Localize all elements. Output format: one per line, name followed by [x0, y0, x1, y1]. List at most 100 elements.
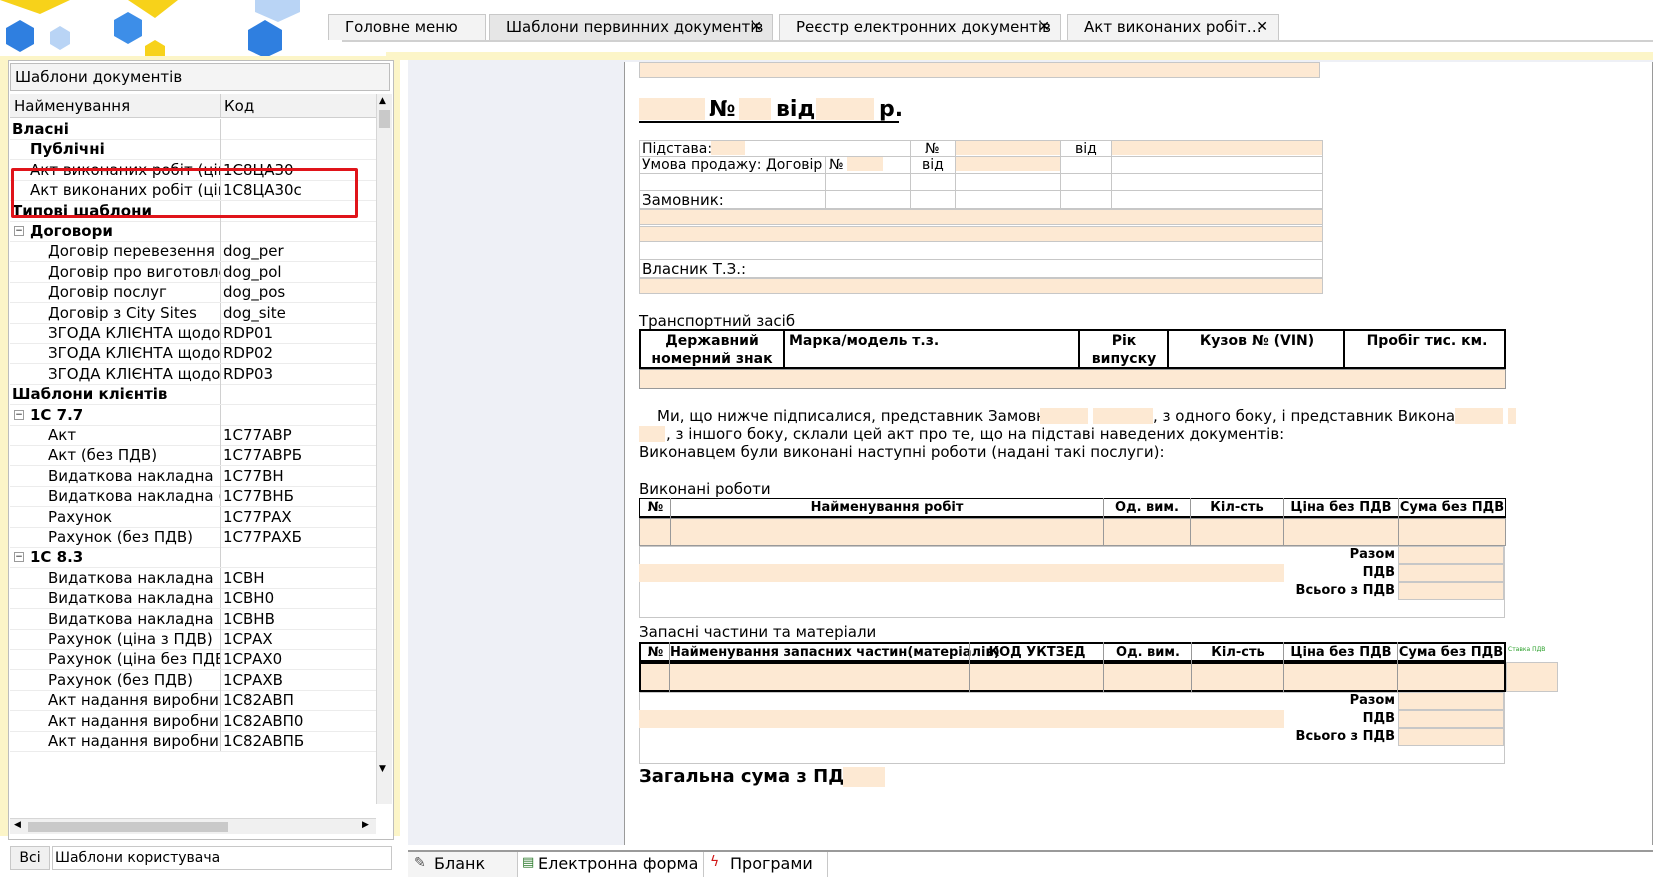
close-icon[interactable]: ✕	[750, 15, 762, 39]
tree-row[interactable]: Видаткова накладна 1С77ВН	[10, 466, 376, 487]
field-vlasnyk[interactable]	[639, 278, 1323, 294]
tree-row[interactable]: −1С 8.3	[10, 547, 376, 568]
transport-col-vin: Кузов № (VIN)	[1199, 333, 1315, 349]
tree-row[interactable]: Рахунок (без ПДВ) 1С77РАХБ	[10, 527, 376, 548]
tree-row[interactable]: Акт 1С77АВР	[10, 425, 376, 446]
tree-row[interactable]: Видаткова накладна (бе1С77ВНБ	[10, 486, 376, 507]
field-works-total[interactable]	[1398, 582, 1504, 600]
field-umova-no[interactable]	[847, 157, 883, 171]
tree-row-code: 1С77ВНБ	[223, 487, 294, 505]
field-zamovnyk-2[interactable]	[639, 226, 1323, 242]
field-pidstava[interactable]	[711, 141, 745, 155]
tree-row[interactable]: Рахунок (без ПДВ) 1СРАХВ	[10, 670, 376, 691]
tree-row[interactable]: Рахунок 1С77РАХ	[10, 507, 376, 528]
tree-row[interactable]: Шаблони клієнтів	[10, 384, 376, 405]
collapse-toggle-icon[interactable]: −	[14, 410, 24, 420]
field-top[interactable]	[639, 62, 1320, 78]
field-parts-pdv[interactable]	[1398, 710, 1504, 728]
tree-row[interactable]: Акт надання виробничи 1С82АВП	[10, 690, 376, 711]
tree-row-code: 1СВН	[223, 569, 265, 587]
lightning-icon: ϟ	[710, 854, 720, 870]
tree-row-name: ЗГОДА КЛІЄНТА щодо н	[48, 324, 220, 342]
scroll-up-icon[interactable]: ▲	[379, 96, 386, 106]
tab-user-templates[interactable]: Шаблони користувача	[52, 846, 392, 870]
transport-title: Транспортний засіб	[639, 312, 796, 330]
tree-row[interactable]: Акт (без ПДВ) 1С77АВРБ	[10, 445, 376, 466]
tab-programs[interactable]: ϟ Програми	[704, 852, 828, 877]
field-doc-prefix[interactable]	[639, 98, 705, 120]
field-pidstava-date[interactable]	[1112, 141, 1322, 155]
doc-vid-label: від	[776, 97, 816, 122]
tree-row[interactable]: Публічні	[10, 139, 376, 160]
tab-main-menu[interactable]: Головне меню	[328, 14, 486, 40]
hscroll-thumb[interactable]	[28, 822, 228, 832]
vertical-scrollbar[interactable]: ▲ ▼	[376, 94, 392, 804]
field-zamovnyk-rep[interactable]	[1040, 408, 1088, 424]
tree-row[interactable]: Видаткова накладна 1С 1СВНВ	[10, 609, 376, 630]
tab-label: Реєстр електронних документів	[796, 18, 1051, 36]
tree-row[interactable]: Видаткова накладна 1С 1СВН	[10, 568, 376, 589]
tab-act[interactable]: Акт виконаних робіт… ✕	[1067, 14, 1279, 40]
tree-row[interactable]: Власні	[10, 119, 376, 140]
tab-blank-label: Бланк	[434, 854, 486, 873]
field-zamovnyk[interactable]	[639, 209, 1323, 225]
tab-doc-templates[interactable]: Шаблони первинних документів ✕	[489, 14, 773, 40]
tree-row[interactable]: Договір про виготовлен dog_pol	[10, 262, 376, 283]
tree-row[interactable]: −1С 7.7	[10, 405, 376, 426]
close-icon[interactable]: ✕	[1038, 15, 1050, 39]
parts-vat-cell[interactable]	[1506, 662, 1558, 692]
para-1b: , з одного боку, і представник Виконавця	[1153, 407, 1484, 425]
edit-icon: ✎	[414, 855, 426, 871]
field-doc-no[interactable]	[739, 98, 771, 120]
field-umova-date[interactable]	[956, 157, 1060, 171]
grand-total-label: Загальна сума з ПДВ	[639, 766, 858, 787]
field-vykonavets-rep-3[interactable]	[639, 426, 665, 442]
field-parts-total[interactable]	[1398, 728, 1504, 746]
field-works-razom[interactable]	[1398, 546, 1504, 564]
tree-row[interactable]: Договір з City Sites dog_site	[10, 303, 376, 324]
tree-row-name: Шаблони клієнтів	[12, 385, 168, 403]
field-zamovnyk-rep-2[interactable]	[1093, 408, 1153, 424]
tree-row[interactable]: Договір послуг dog_pos	[10, 282, 376, 303]
tree-row[interactable]: Рахунок (ціна без ПДВ) 1СРАХ0	[10, 649, 376, 670]
field-vykonavets-rep[interactable]	[1455, 408, 1503, 424]
close-icon[interactable]: ✕	[1256, 15, 1268, 39]
parts-row[interactable]	[639, 662, 1506, 692]
tab-edoc-registry[interactable]: Реєстр електронних документів ✕	[779, 14, 1061, 40]
tree-row[interactable]: Акт надання виробничи 1С82АВПБ	[10, 731, 376, 752]
works-pdv: ПДВ	[1362, 565, 1395, 580]
works-razom: Разом	[1349, 547, 1395, 562]
field-doc-date[interactable]	[816, 98, 874, 120]
collapse-toggle-icon[interactable]: −	[14, 552, 24, 562]
transport-row[interactable]	[639, 369, 1506, 389]
tab-all[interactable]: Всі	[10, 846, 50, 870]
parts-pdv: ПДВ	[1362, 711, 1395, 726]
col-code-header[interactable]: Код	[224, 94, 254, 118]
tree-row[interactable]: ЗГОДА КЛІЄНТА щодо н RDP01	[10, 323, 376, 344]
works-row[interactable]	[639, 518, 1506, 546]
tree-row[interactable]: Договір перевезення па dog_per	[10, 241, 376, 262]
tree-row-code: 1СВН0	[223, 589, 275, 607]
scroll-down-icon[interactable]: ▼	[379, 764, 386, 774]
tree-row[interactable]: Акт надання виробничи 1С82АВП0	[10, 711, 376, 732]
field-works-pdv[interactable]	[1398, 564, 1504, 582]
col-name-header[interactable]: Найменування	[14, 94, 130, 118]
parts-col-qty: Кіл-сть	[1211, 645, 1265, 660]
scroll-right-icon[interactable]: ▶	[362, 820, 369, 830]
field-pidstava-no[interactable]	[956, 141, 1060, 155]
horizontal-scrollbar[interactable]: ◀ ▶	[10, 818, 376, 834]
scroll-thumb[interactable]	[379, 110, 390, 128]
field-parts-razom[interactable]	[1398, 692, 1504, 710]
collapse-toggle-icon[interactable]: −	[14, 226, 24, 236]
scroll-left-icon[interactable]: ◀	[14, 820, 21, 830]
field-grand-total[interactable]	[843, 767, 885, 787]
tree-row[interactable]: − Договори	[10, 221, 376, 242]
tree-row[interactable]: Видаткова накладна 1С 1СВН0	[10, 588, 376, 609]
tab-eform[interactable]: ▤ Електронна форма	[518, 852, 704, 877]
tree-row[interactable]: ЗГОДА КЛІЄНТА щодо н RDP03	[10, 364, 376, 385]
tree-row[interactable]: ЗГОДА КЛІЄНТА щодо н RDP02	[10, 343, 376, 364]
transport-col-year: Рік випуску	[1091, 333, 1157, 367]
tree-row[interactable]: Рахунок (ціна з ПДВ) 1СРАХ	[10, 629, 376, 650]
tree-row-name: Договір з City Sites	[48, 304, 197, 322]
tab-blank[interactable]: ✎ Бланк	[408, 852, 518, 877]
